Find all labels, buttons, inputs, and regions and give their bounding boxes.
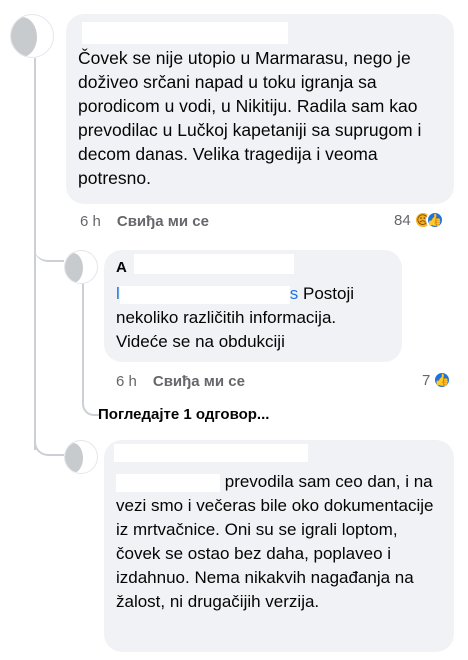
view-more-replies-link[interactable]: Погледајте 1 одговор...	[98, 406, 269, 423]
redacted-author-name[interactable]	[114, 444, 308, 462]
comment-text: Čovek se nije utopio u Marmarasu, nego j…	[78, 48, 422, 188]
redacted-mention	[119, 285, 290, 304]
reply-author-initial[interactable]: A	[116, 256, 127, 280]
comment-actions: 6 h Свиђа ми се	[80, 213, 209, 230]
reaction-summary[interactable]: 7 👍	[422, 371, 452, 389]
comment-timestamp[interactable]: 6 h	[80, 213, 101, 230]
redacted-mention[interactable]	[116, 473, 220, 492]
like-button[interactable]: Свиђа ми се	[117, 213, 209, 230]
reply-text: prevodila sam ceo dan, i na vezi smo i v…	[116, 472, 434, 611]
thread-line-branch-2	[34, 430, 64, 456]
reaction-count: 84	[394, 211, 411, 229]
redacted-author-name[interactable]	[82, 22, 288, 44]
reply-bubble: prevodila sam ceo dan, i na vezi smo i v…	[104, 440, 454, 652]
avatar[interactable]	[64, 250, 98, 284]
reply-bubble: A ls Postoji nekoliko različitih informa…	[104, 250, 402, 362]
thread-line-sub	[82, 280, 100, 416]
comment-bubble: Čovek se nije utopio u Marmarasu, nego j…	[66, 14, 454, 204]
reply-timestamp[interactable]: 6 h	[116, 373, 137, 390]
avatar[interactable]	[64, 440, 98, 474]
reply-actions: 6 h Свиђа ми се	[116, 373, 245, 390]
like-icon: 👍	[425, 211, 444, 229]
reaction-count: 7	[422, 371, 431, 389]
reaction-summary[interactable]: 84 ☹ 👍	[394, 211, 444, 229]
avatar[interactable]	[10, 14, 54, 58]
redacted-author-name[interactable]	[134, 254, 294, 274]
like-button[interactable]: Свиђа ми се	[153, 373, 245, 390]
mention-link[interactable]: ls	[116, 284, 298, 304]
thread-line-branch-1	[34, 236, 64, 262]
like-icon: 👍	[433, 371, 452, 389]
